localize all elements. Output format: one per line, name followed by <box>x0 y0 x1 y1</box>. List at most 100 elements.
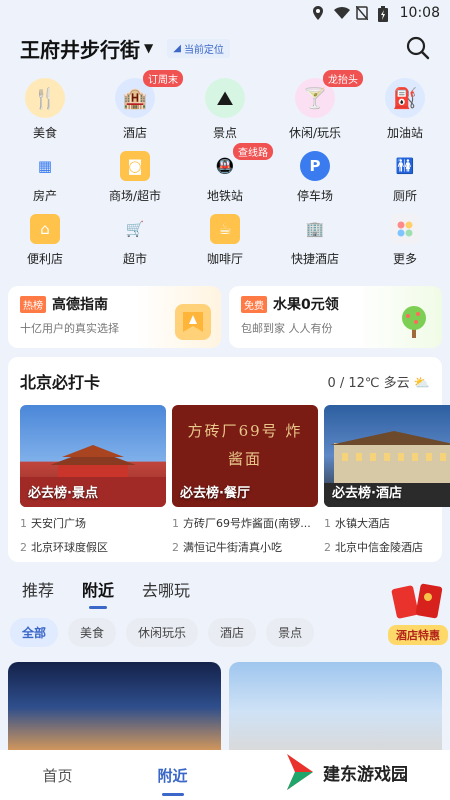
feed-photo-mall-night[interactable] <box>8 662 221 752</box>
feed-tabs: 推荐 附近 去哪玩 <box>22 577 190 601</box>
category-leisure[interactable]: 🍸 休闲/玩乐 龙抬头 <box>275 70 363 141</box>
category-food[interactable]: 🍴 美食 <box>5 78 85 141</box>
category-row-2: ▦ 房产 ◙ 商场/超市 🚇 地铁站 查线路 P 停车场 🚻 厕所 <box>0 143 450 204</box>
rank-item-label: 方砖厂69号炸酱面(南锣... <box>183 517 311 530</box>
category-label: 房产 <box>32 189 57 203</box>
red-envelope-icon <box>391 583 443 619</box>
rank-item-label: 北京环球度假区 <box>31 541 108 554</box>
rank-item[interactable]: 2 满恒记牛街清真小吃 <box>172 539 318 555</box>
category-label: 加油站 <box>386 126 423 140</box>
chip-all[interactable]: 全部 <box>10 618 59 647</box>
chip-food[interactable]: 美食 <box>68 618 117 647</box>
tab-recommend[interactable]: 推荐 <box>22 577 54 601</box>
restaurant-sign-text: 方砖厂69号 炸酱面 <box>187 422 303 468</box>
promo-tag: 热榜 <box>20 295 46 313</box>
category-scenic[interactable]: ⛰ 景点 <box>185 78 265 141</box>
category-real-estate[interactable]: ▦ 房产 <box>5 151 85 204</box>
category-label: 便利店 <box>26 252 63 266</box>
watermark-logo <box>287 754 313 790</box>
ranking-card-restaurant[interactable]: 方砖厂69号 炸酱面 必去榜·餐厅 1 方砖厂69号炸酱面(南锣... 2 满恒记牛… <box>172 405 318 555</box>
rank-item-label: 天安门广场 <box>31 517 86 530</box>
quick-hotel-icon: 🏢 <box>305 220 325 238</box>
ranking-card-scenic[interactable]: 必去榜·景点 1 天安门广场 2 北京环球度假区 <box>20 405 166 555</box>
location-icon <box>312 6 326 20</box>
store-icon: ⌂ <box>30 214 60 244</box>
battery-icon <box>377 6 392 22</box>
rank-item[interactable]: 1 方砖厂69号炸酱面(南锣... <box>172 515 318 531</box>
tab-nearby[interactable]: 附近 <box>82 577 114 601</box>
category-badge: 查线路 <box>233 143 273 160</box>
card-caption: 必去榜·餐厅 <box>180 486 250 501</box>
category-label: 超市 <box>122 252 147 266</box>
category-label: 景点 <box>212 126 237 140</box>
category-gas[interactable]: ⛽ 加油站 <box>365 78 445 141</box>
category-subway[interactable]: 🚇 地铁站 查线路 <box>185 143 273 204</box>
filter-chips: 全部 美食 休闲玩乐 酒店 景点 <box>10 618 315 647</box>
rank-item[interactable]: 2 北京中信金陵酒店 <box>324 539 450 555</box>
caret-down-icon[interactable]: ▼ <box>144 41 153 55</box>
beijing-must-visit-section: 北京必打卡 0 / 12℃ 多云 ⛅ 必去榜·景点 1 天安门广场 2 北京环球度假… <box>8 357 450 562</box>
category-parking[interactable]: P 停车场 <box>275 151 355 204</box>
nav-home[interactable]: 首页 <box>0 765 115 786</box>
partly-cloudy-icon: ⛅ <box>413 375 430 391</box>
nav-nearby[interactable]: 附近 <box>115 765 230 786</box>
card-caption: 必去榜·景点 <box>28 486 98 501</box>
navigation-arrow-icon: ◢ <box>173 42 181 54</box>
tab-where-to-go[interactable]: 去哪玩 <box>142 577 190 601</box>
category-label: 地铁站 <box>206 189 243 203</box>
promo-title: 水果0元领 <box>273 297 339 313</box>
promo-row: 热榜 高德指南 十亿用户的真实选择 免费 水果0元领 包邮到家 人人有份 <box>8 286 442 348</box>
card-caption: 必去榜·酒店 <box>332 486 402 501</box>
search-icon[interactable] <box>406 36 430 60</box>
rank-item[interactable]: 2 北京环球度假区 <box>20 539 166 555</box>
parking-icon: P <box>300 151 330 181</box>
category-cafe[interactable]: ☕ 咖啡厅 <box>185 214 265 267</box>
category-grid: 🍴 美食 🏨 酒店 订周末 ⛰ 景点 🍸 休闲/玩乐 龙抬头 ⛽ 加油站 ▦ 房… <box>0 70 450 277</box>
category-label: 酒店 <box>122 126 147 140</box>
category-more[interactable]: 更多 <box>365 214 445 267</box>
category-label: 更多 <box>392 252 417 266</box>
location-title[interactable]: 王府井步行街 <box>20 34 140 63</box>
no-sim-icon <box>355 5 370 21</box>
promo-amap-guide[interactable]: 热榜 高德指南 十亿用户的真实选择 <box>8 286 221 348</box>
restaurant-sign-photo: 方砖厂69号 炸酱面 必去榜·餐厅 <box>172 405 318 507</box>
category-supermarket[interactable]: 🛒 超市 <box>95 214 175 267</box>
category-label: 商场/超市 <box>108 189 162 203</box>
category-row-1: 🍴 美食 🏨 酒店 订周末 ⛰ 景点 🍸 休闲/玩乐 龙抬头 ⛽ 加油站 <box>0 70 450 141</box>
status-time: 10:08 <box>399 5 440 21</box>
chip-leisure[interactable]: 休闲玩乐 <box>126 618 199 647</box>
current-location-label: 当前定位 <box>183 44 224 56</box>
category-mall[interactable]: ◙ 商场/超市 <box>95 151 175 204</box>
category-label: 美食 <box>32 126 57 140</box>
rank-item-label: 水镇大酒店 <box>335 517 390 530</box>
current-location-badge[interactable]: ◢ 当前定位 <box>167 38 230 58</box>
cart-icon: 🛒 <box>125 220 145 238</box>
category-hotel[interactable]: 🏨 酒店 订周末 <box>95 70 183 141</box>
hotel-deal-widget[interactable]: 酒店特惠 <box>388 583 448 645</box>
chip-hotel[interactable]: 酒店 <box>208 618 257 647</box>
section-title: 北京必打卡 <box>20 373 101 392</box>
guide-flag-icon <box>175 304 211 340</box>
rank-item[interactable]: 1 水镇大酒店 <box>324 515 450 531</box>
wifi-icon <box>333 6 350 20</box>
weather-info: 0 / 12℃ 多云 ⛅ <box>327 372 430 391</box>
ranking-card-hotel[interactable]: 必去榜·酒店 1 水镇大酒店 2 北京中信金陵酒店 <box>324 405 450 555</box>
category-restroom[interactable]: 🚻 厕所 <box>365 151 445 204</box>
feed-photo-apm-mall[interactable] <box>229 662 442 752</box>
category-convenience[interactable]: ⌂ 便利店 <box>5 214 85 267</box>
fork-knife-icon: 🍴 <box>25 78 65 118</box>
category-badge: 龙抬头 <box>323 70 363 87</box>
restroom-icon: 🚻 <box>395 157 415 175</box>
promo-free-fruit[interactable]: 免费 水果0元领 包邮到家 人人有份 <box>229 286 442 348</box>
header: 王府井步行街 ▼ ◢ 当前定位 <box>0 28 450 68</box>
shopping-bag-icon: ◙ <box>120 151 150 181</box>
category-quick-hotel[interactable]: 🏢 快捷酒店 <box>275 214 355 267</box>
promo-title: 高德指南 <box>52 297 108 313</box>
rank-item[interactable]: 1 天安门广场 <box>20 515 166 531</box>
nearby-feed <box>8 662 442 752</box>
chip-scenic[interactable]: 景点 <box>266 618 315 647</box>
category-label: 厕所 <box>392 189 417 203</box>
rank-item-label: 北京中信金陵酒店 <box>335 541 423 554</box>
category-badge: 订周末 <box>143 70 183 87</box>
promo-tag: 免费 <box>241 295 267 313</box>
